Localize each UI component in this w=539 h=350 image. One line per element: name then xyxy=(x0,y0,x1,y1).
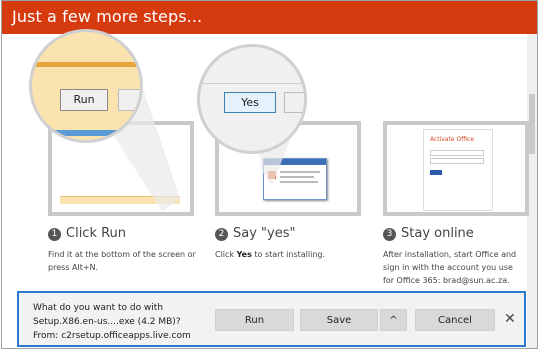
step3-title: 3 Stay online xyxy=(383,226,474,241)
zoom-yes-button: Yes xyxy=(224,92,276,113)
run-button[interactable]: Run xyxy=(215,309,294,331)
step3-number: 3 xyxy=(383,228,396,241)
zoom-run-button: Run xyxy=(60,89,108,111)
cancel-button[interactable]: Cancel xyxy=(415,309,495,331)
save-options-chevron-icon[interactable]: ^ xyxy=(380,309,407,331)
download-message: What do you want to do with Setup.X86.en… xyxy=(33,303,191,341)
step2-description: Click Yes to start installing. xyxy=(215,250,326,259)
save-button[interactable]: Save xyxy=(300,309,378,331)
close-icon[interactable]: ✕ xyxy=(504,311,516,327)
step1-title: 1 Click Run xyxy=(48,226,126,241)
step2-title: 2 Say "yes" xyxy=(215,226,295,241)
setup-window: Just a few more steps... Activate Office… xyxy=(1,0,538,349)
step1-description: Find it at the bottom of the screen or p… xyxy=(48,250,196,272)
zoom-yes-magnifier: Yes xyxy=(197,44,307,154)
step1-number: 1 xyxy=(48,228,61,241)
step3-description: After installation, start Office and sig… xyxy=(383,250,517,285)
zoom-run-magnifier: Run xyxy=(29,29,143,143)
step2-number: 2 xyxy=(215,228,228,241)
download-notification-bar: What do you want to do with Setup.X86.en… xyxy=(17,291,526,347)
